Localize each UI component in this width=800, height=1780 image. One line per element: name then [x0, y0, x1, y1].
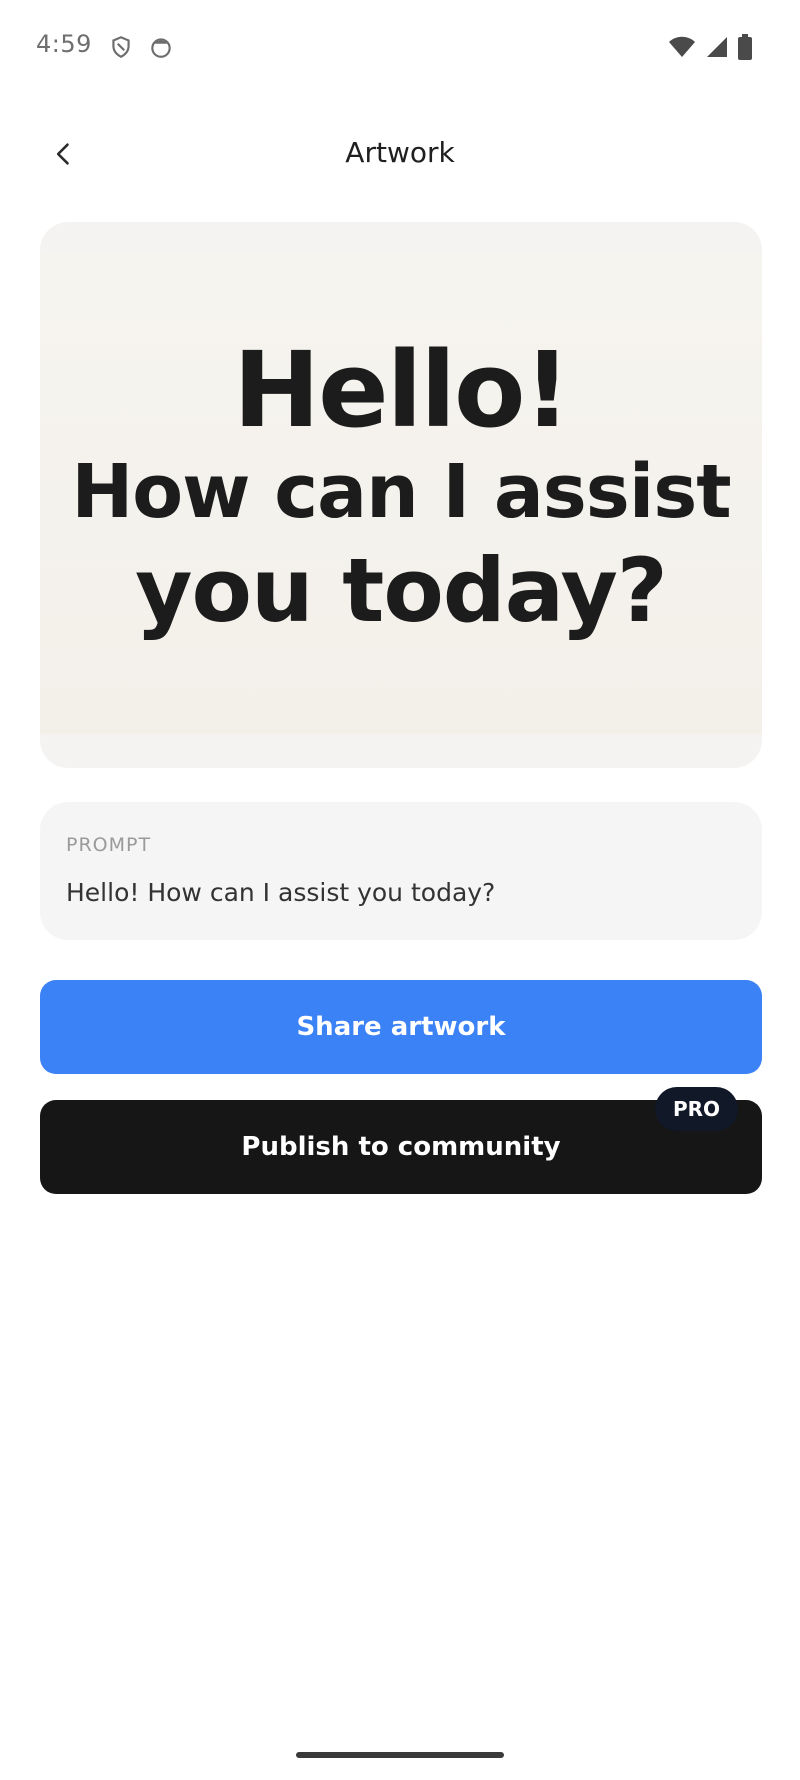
status-bar: 4:59 [0, 0, 800, 96]
artwork-text-line: How can I assist [71, 448, 731, 535]
prompt-text: Hello! How can I assist you today? [66, 878, 496, 907]
cellular-signal-icon [707, 37, 727, 57]
share-artwork-label: Share artwork [296, 1012, 506, 1042]
artwork-text-line: you today? [135, 539, 668, 643]
status-right-icons [668, 34, 752, 60]
page-title: Artwork [345, 136, 455, 169]
face-icon [151, 38, 171, 58]
artwork-image: Hello! How can I assist you today? [40, 254, 762, 734]
prompt-card: PROMPT Hello! How can I assist you today… [40, 802, 762, 940]
status-time: 4:59 [36, 30, 92, 58]
wifi-icon [669, 36, 695, 57]
artwork-card: Hello! How can I assist you today? [40, 222, 762, 768]
prompt-label: PROMPT [66, 834, 152, 856]
publish-to-community-button[interactable]: Publish to community PRO [40, 1087, 762, 1194]
pro-badge: PRO [654, 1087, 738, 1131]
share-artwork-button[interactable]: Share artwork [40, 980, 762, 1074]
publish-to-community-label: Publish to community [241, 1132, 561, 1162]
home-indicator[interactable] [296, 1752, 504, 1758]
artwork-text-line: Hello! [233, 329, 571, 452]
shield-icon [112, 36, 130, 58]
top-app-bar: Artwork [0, 110, 800, 200]
battery-icon [738, 34, 752, 60]
